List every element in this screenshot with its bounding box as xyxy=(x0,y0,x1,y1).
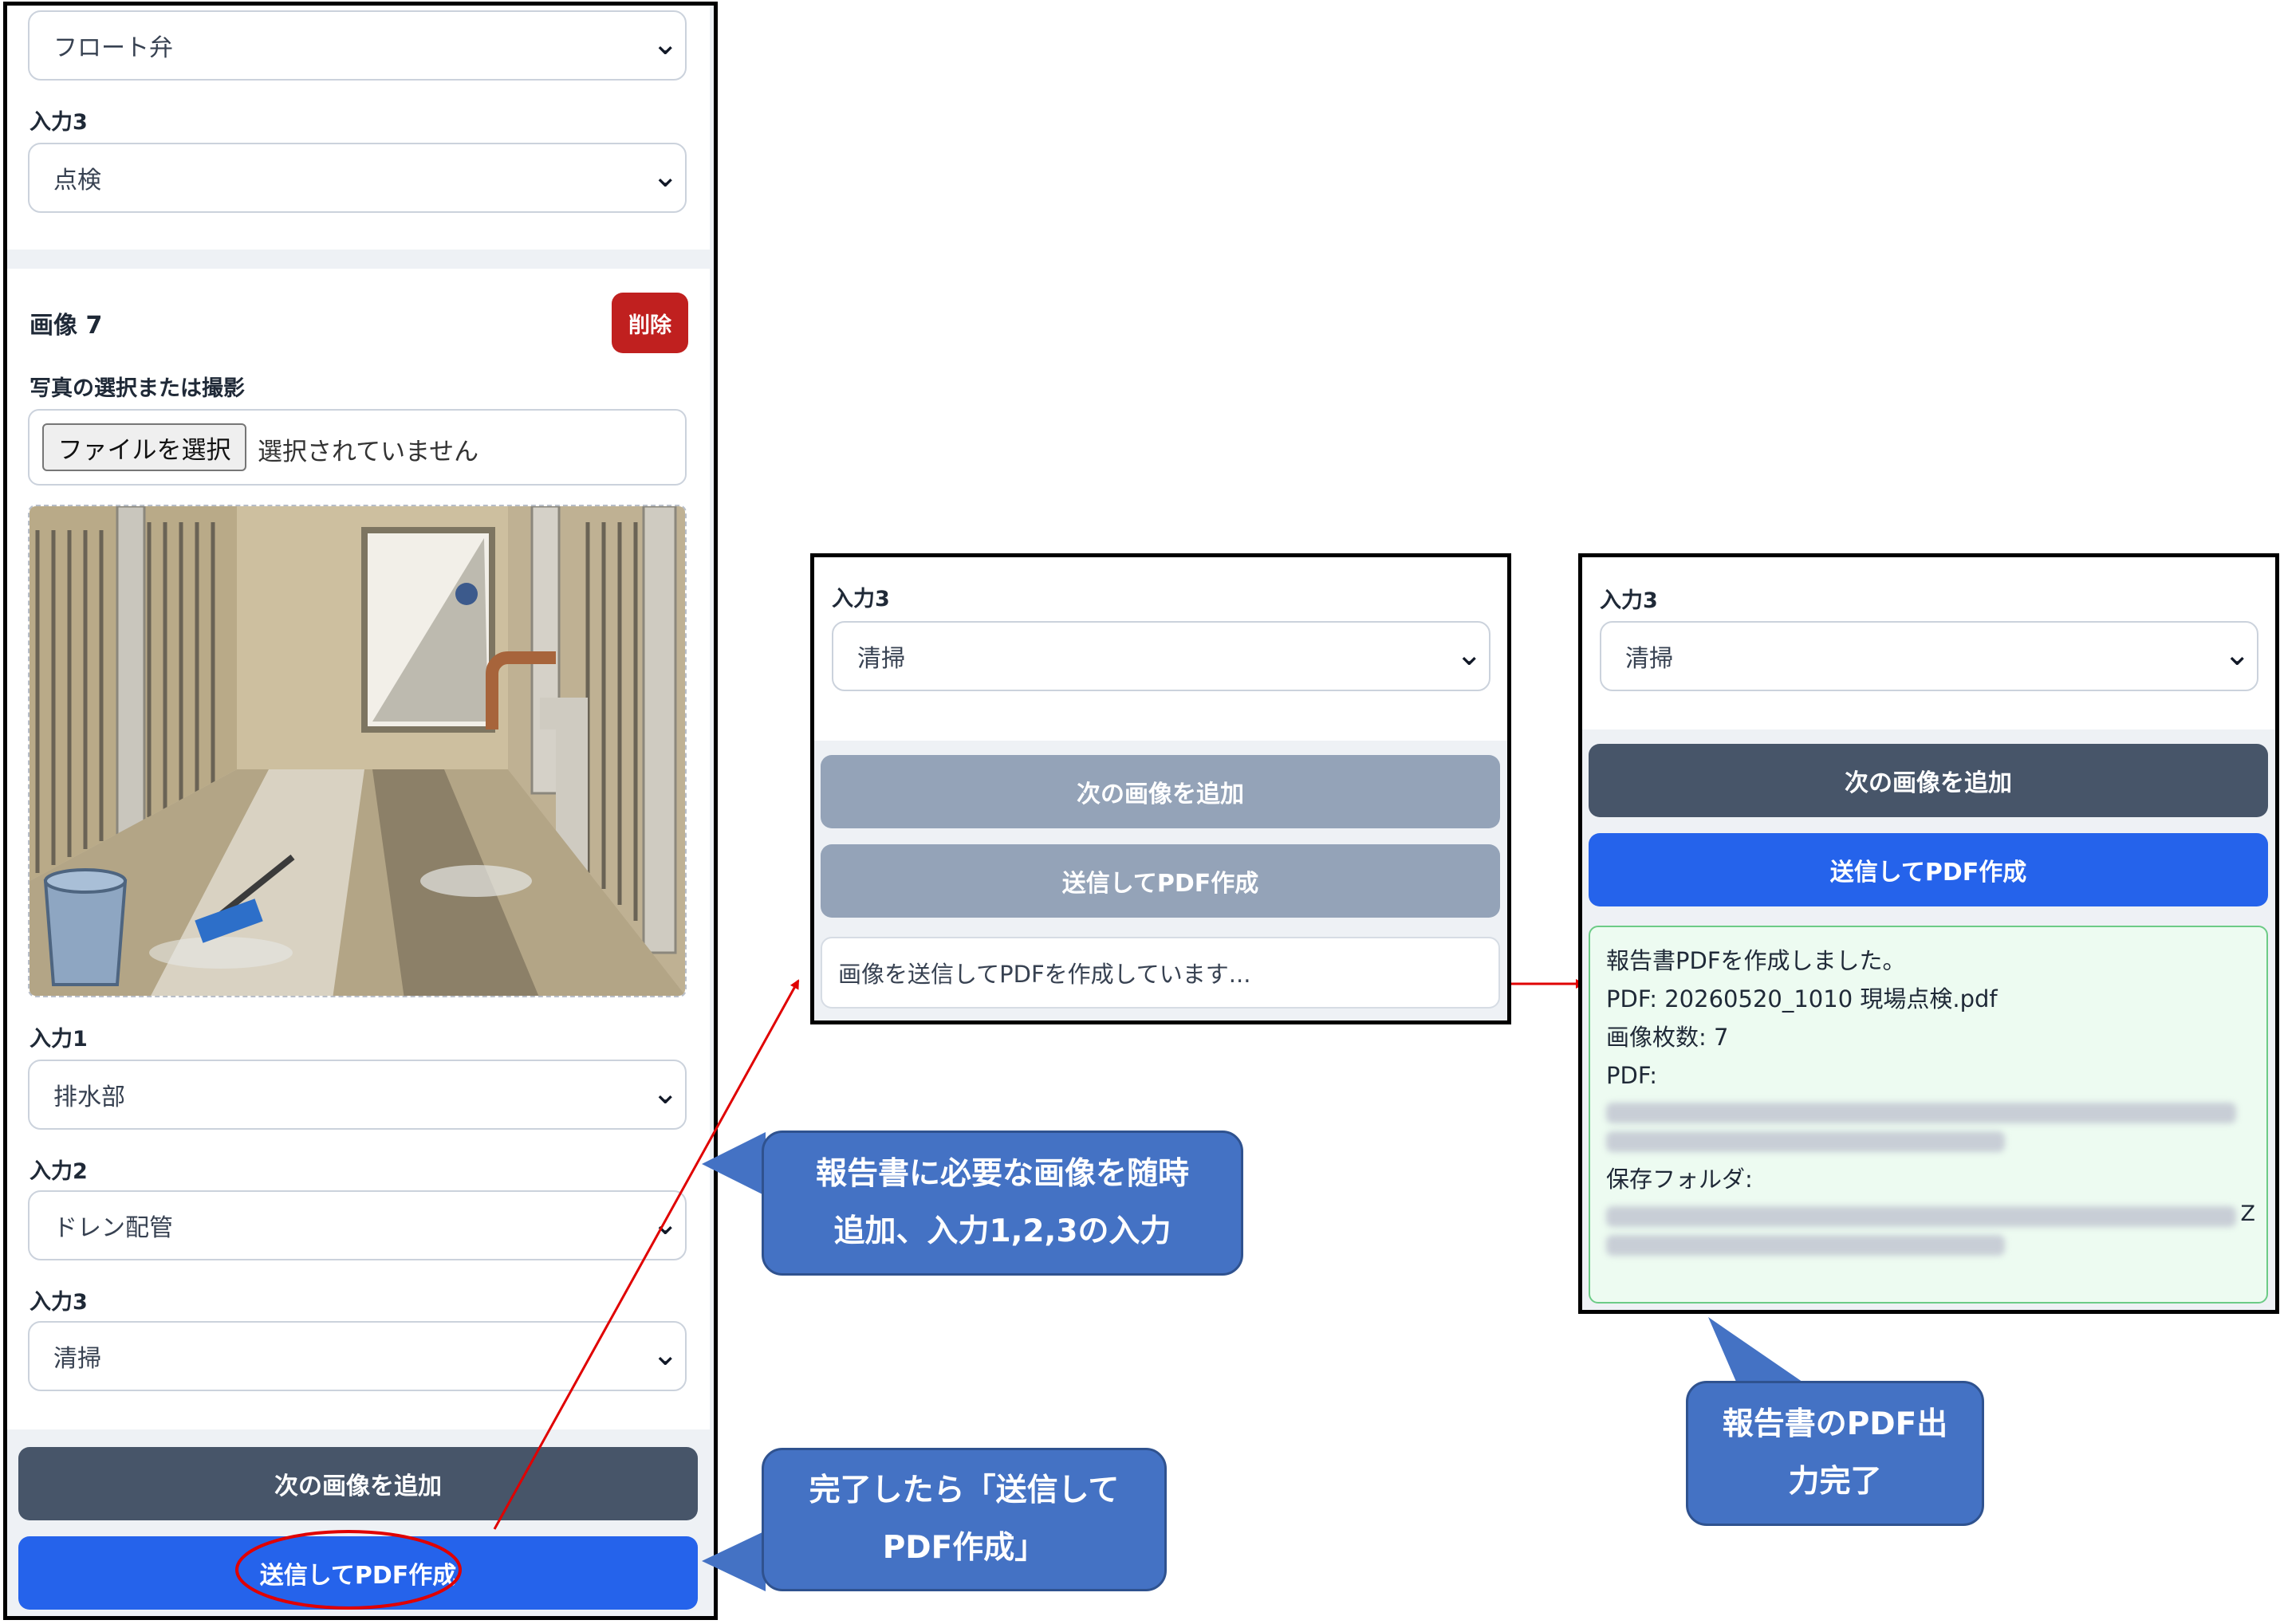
chevron-down-icon: ⌄ xyxy=(2223,636,2250,673)
processing-form-card: 入力3 清掃 ⌄ xyxy=(814,553,1507,725)
input3-select[interactable]: 清掃 ⌄ xyxy=(1600,621,2258,691)
processing-screen: 入力3 清掃 ⌄ 次の画像を追加 送信してPDF作成 画像を送信してPDFを作成… xyxy=(810,553,1511,1024)
callout-line: 力完了 xyxy=(1788,1464,1882,1500)
status-message: 画像を送信してPDFを作成しています... xyxy=(821,937,1500,1009)
cut-off-select xyxy=(837,553,1495,557)
input3-select[interactable]: 清掃 ⌄ xyxy=(832,621,1490,691)
result-line-image-count: 画像枚数: 7 xyxy=(1606,1024,1729,1051)
folder-link-row: Z xyxy=(1606,1201,2255,1227)
submit-pdf-button[interactable]: 送信してPDF作成 xyxy=(1589,833,2268,906)
result-line-folder-label: 保存フォルダ: xyxy=(1606,1166,1753,1193)
add-next-image-button-disabled[interactable]: 次の画像を追加 xyxy=(821,755,1500,828)
result-line-pdf-link-label: PDF: xyxy=(1606,1062,1658,1089)
callout-line: 追加、入力1,2,3の入力 xyxy=(833,1213,1172,1249)
input3-label: 入力3 xyxy=(1600,588,1658,613)
select-value: 清掃 xyxy=(857,645,905,673)
blurred-pdf-link[interactable] xyxy=(1606,1103,2236,1123)
processing-actions: 次の画像を追加 送信してPDF作成 画像を送信してPDFを作成しています... xyxy=(814,741,1507,1020)
result-line-created: 報告書PDFを作成しました。 xyxy=(1606,947,1906,974)
result-line-pdf-name: PDF: 20260520_1010 現場点検.pdf xyxy=(1606,985,1998,1013)
arrow-to-processing xyxy=(493,979,800,1530)
result-message-box: 報告書PDFを作成しました。 PDF: 20260520_1010 現場点検.p… xyxy=(1589,926,2268,1304)
submit-highlight-ellipse xyxy=(235,1530,462,1610)
callout-tail-done xyxy=(1708,1317,1810,1387)
chevron-down-icon: ⌄ xyxy=(1455,636,1483,673)
callout-add-images: 報告書に必要な画像を随時 追加、入力1,2,3の入力 xyxy=(762,1131,1243,1276)
callout-line: 完了したら「送信して xyxy=(809,1473,1120,1508)
callout-tail-submit xyxy=(702,1531,766,1591)
add-next-image-button[interactable]: 次の画像を追加 xyxy=(1589,744,2268,817)
input3-label: 入力3 xyxy=(832,587,890,611)
result-actions: 次の画像を追加 送信してPDF作成 報告書PDFを作成しました。 PDF: 20… xyxy=(1582,729,2275,1310)
blurred-pdf-link-2[interactable] xyxy=(1606,1131,2005,1152)
submit-pdf-button-disabled[interactable]: 送信してPDF作成 xyxy=(821,844,1500,918)
blurred-folder-link[interactable] xyxy=(1606,1206,2236,1227)
callout-line: 報告書に必要な画像を随時 xyxy=(815,1156,1189,1192)
folder-link-trailing-char: Z xyxy=(2240,1201,2256,1226)
blurred-folder-link-2[interactable] xyxy=(1606,1235,2005,1256)
result-screen: 入力3 清掃 ⌄ 次の画像を追加 送信してPDF作成 報告書PDFを作成しました… xyxy=(1578,553,2279,1314)
callout-submit: 完了したら「送信して PDF作成」 xyxy=(762,1448,1167,1591)
callout-line: 報告書のPDF出 xyxy=(1722,1406,1948,1442)
result-form-card: 入力3 清掃 ⌄ xyxy=(1582,557,2275,729)
select-value: 清掃 xyxy=(1625,645,1673,673)
callout-tail-add-images xyxy=(702,1132,766,1196)
callout-line: PDF作成」 xyxy=(882,1530,1046,1566)
callout-done: 報告書のPDF出 力完了 xyxy=(1686,1381,1984,1526)
